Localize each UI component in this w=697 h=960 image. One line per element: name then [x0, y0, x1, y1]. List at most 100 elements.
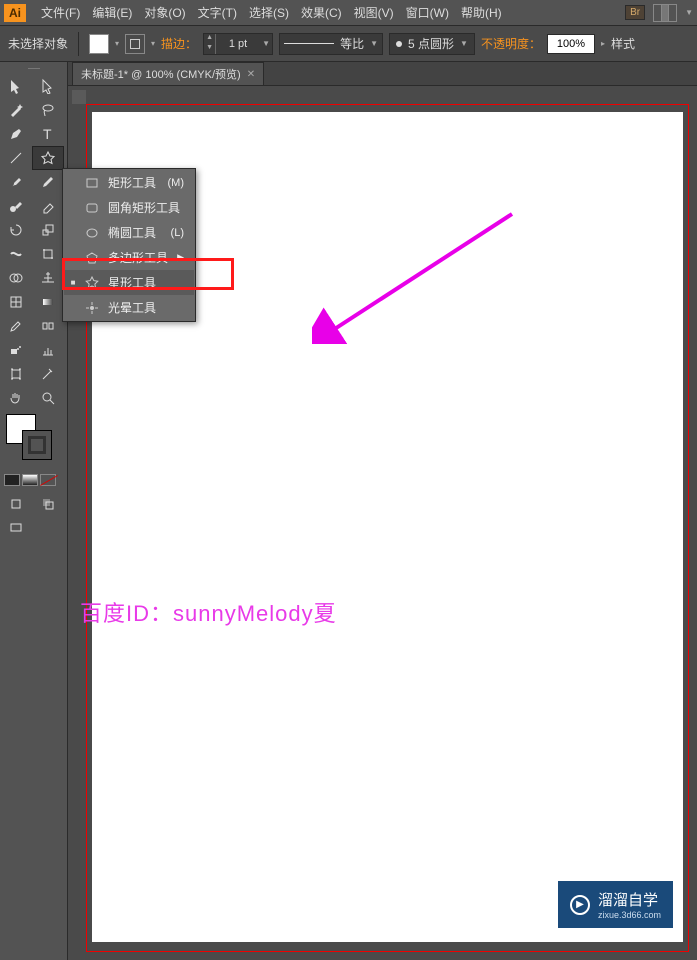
close-icon[interactable]: ✕ [247, 69, 255, 80]
stroke-swatch[interactable] [125, 34, 145, 54]
flyout-shortcut: (M) [168, 177, 185, 189]
watermark-text: 百度ID：sunnyMelody夏 [80, 596, 337, 628]
flyout-item-label: 光晕工具 [108, 299, 156, 316]
active-indicator-icon: ■ [70, 278, 76, 287]
workspace-layout-icon[interactable] [653, 4, 677, 22]
lasso-tool[interactable] [32, 98, 64, 122]
eyedropper-tool[interactable] [0, 314, 32, 338]
mesh-tool[interactable] [0, 290, 32, 314]
selection-tool[interactable] [0, 74, 32, 98]
flare-icon [84, 301, 100, 315]
artboard-tool[interactable] [0, 362, 32, 386]
menu-object[interactable]: 对象(O) [139, 1, 190, 24]
line-preview-icon [284, 43, 334, 44]
chevron-down-icon[interactable]: ▾ [115, 39, 119, 48]
flyout-item-label: 矩形工具 [108, 174, 156, 191]
tool-panel: T [0, 62, 68, 960]
color-picker[interactable] [0, 410, 67, 472]
pencil-tool[interactable] [32, 170, 64, 194]
chevron-down-icon[interactable]: ▼ [260, 39, 272, 48]
hand-tool[interactable] [0, 386, 32, 410]
direct-selection-tool[interactable] [32, 74, 64, 98]
menu-window[interactable]: 窗口(W) [401, 1, 454, 24]
menu-effect[interactable]: 效果(C) [296, 1, 347, 24]
polygon-icon [84, 251, 100, 265]
menu-view[interactable]: 视图(V) [349, 1, 399, 24]
zoom-tool[interactable] [32, 386, 64, 410]
perspective-grid-tool[interactable] [32, 266, 64, 290]
stroke-weight-input[interactable]: ▲▼ ▼ [203, 33, 273, 55]
paintbrush-tool[interactable] [0, 170, 32, 194]
flyout-ellipse-tool[interactable]: 椭圆工具 (L) [64, 220, 194, 245]
svg-text:T: T [43, 126, 52, 142]
graph-tool[interactable] [32, 338, 64, 362]
shape-builder-tool[interactable] [0, 266, 32, 290]
flyout-item-label: 星形工具 [108, 274, 156, 291]
bridge-button[interactable]: Br [625, 5, 645, 20]
slice-tool[interactable] [32, 362, 64, 386]
menu-select[interactable]: 选择(S) [244, 1, 294, 24]
scale-tool[interactable] [32, 218, 64, 242]
flyout-item-label: 多边形工具 [108, 249, 168, 266]
menu-edit[interactable]: 编辑(E) [87, 1, 137, 24]
gradient-tool[interactable] [32, 290, 64, 314]
flyout-polygon-tool[interactable]: 多边形工具 ▶ [64, 245, 194, 270]
screen-mode-icon[interactable] [0, 516, 32, 540]
flyout-item-label: 圆角矩形工具 [108, 199, 180, 216]
app-logo: Ai [4, 4, 26, 22]
ruler-origin[interactable] [72, 90, 86, 104]
tab-title: 未标题-1* @ 100% (CMYK/预览) [81, 66, 241, 82]
submenu-arrow-icon: ▶ [177, 252, 184, 263]
pen-tool[interactable] [0, 122, 32, 146]
opacity-field[interactable] [547, 34, 595, 54]
symbol-sprayer-tool[interactable] [0, 338, 32, 362]
shape-tool[interactable] [32, 146, 64, 170]
color-mode-gradient[interactable] [22, 474, 38, 486]
play-icon: ▶ [570, 895, 590, 915]
brush-profile-select[interactable]: 5 点圆形 ▼ [389, 33, 475, 55]
draw-normal-icon[interactable] [0, 492, 32, 516]
brand-badge: ▶ 溜溜自学 zixue.3d66.com [558, 881, 673, 928]
stroke-color-swatch[interactable] [22, 430, 52, 460]
document-tab[interactable]: 未标题-1* @ 100% (CMYK/预览) ✕ [72, 62, 264, 85]
menu-help[interactable]: 帮助(H) [456, 1, 507, 24]
panel-handle[interactable] [0, 62, 67, 74]
draw-behind-icon[interactable] [32, 492, 64, 516]
chevron-down-icon[interactable]: ▾ [151, 39, 155, 48]
width-tool[interactable] [0, 242, 32, 266]
type-tool[interactable]: T [32, 122, 64, 146]
chevron-down-icon[interactable]: ▼ [685, 8, 693, 17]
menu-file[interactable]: 文件(F) [36, 1, 85, 24]
rotate-tool[interactable] [0, 218, 32, 242]
line-tool[interactable] [0, 146, 32, 170]
flyout-star-tool[interactable]: ■ 星形工具 [64, 270, 194, 295]
chevron-down-icon[interactable]: ▼ [460, 39, 468, 48]
color-mode-none[interactable] [40, 474, 56, 486]
free-transform-tool[interactable] [32, 242, 64, 266]
rounded-rectangle-icon [84, 201, 100, 215]
flyout-item-label: 椭圆工具 [108, 224, 156, 241]
flyout-rectangle-tool[interactable]: 矩形工具 (M) [64, 170, 194, 195]
blend-tool[interactable] [32, 314, 64, 338]
eraser-tool[interactable] [32, 194, 64, 218]
blob-brush-tool[interactable] [0, 194, 32, 218]
stroke-label[interactable]: 描边： [161, 35, 197, 52]
magic-wand-tool[interactable] [0, 98, 32, 122]
menu-type[interactable]: 文字(T) [193, 1, 242, 24]
stepper-down-icon[interactable]: ▼ [204, 44, 216, 54]
brand-text: 溜溜自学 [598, 892, 658, 909]
selection-status: 未选择对象 [8, 35, 68, 52]
flyout-rounded-rectangle-tool[interactable]: 圆角矩形工具 [64, 195, 194, 220]
chevron-down-icon[interactable]: ▸ [601, 39, 605, 48]
stroke-weight-field[interactable] [216, 34, 260, 54]
fill-swatch[interactable] [89, 34, 109, 54]
stepper-up-icon[interactable]: ▲ [204, 34, 216, 44]
style-label[interactable]: 样式 [611, 35, 635, 52]
chevron-down-icon[interactable]: ▼ [370, 39, 378, 48]
opacity-label[interactable]: 不透明度： [481, 35, 541, 52]
flyout-flare-tool[interactable]: 光晕工具 [64, 295, 194, 320]
brand-url: zixue.3d66.com [598, 910, 661, 920]
ellipse-icon [84, 226, 100, 240]
stroke-style-select[interactable]: 等比 ▼ [279, 33, 383, 55]
color-mode-solid[interactable] [4, 474, 20, 486]
